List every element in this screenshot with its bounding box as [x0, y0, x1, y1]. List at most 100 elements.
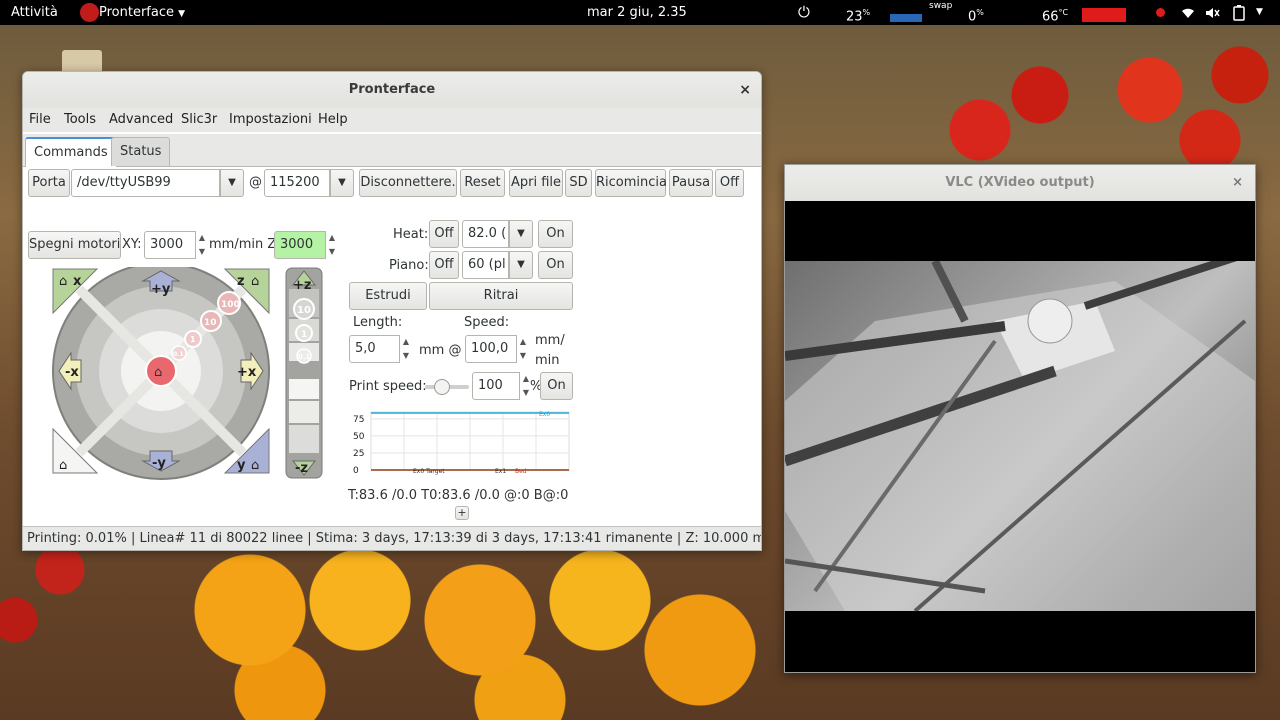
open-file-button[interactable]: Apri file: [509, 169, 563, 197]
home-all-house-icon: ⌂: [59, 458, 67, 473]
temperature-unit: °C: [1058, 8, 1069, 17]
window-titlebar[interactable]: Pronterface ×: [23, 72, 761, 108]
heat-off-button[interactable]: Off: [429, 220, 459, 248]
xy-feed-input[interactable]: 3000: [144, 231, 196, 259]
spin-down-icon[interactable]: ▼: [326, 245, 338, 259]
menu-help[interactable]: Help: [318, 112, 348, 127]
pause-button[interactable]: Pausa: [669, 169, 713, 197]
bed-label: Piano:: [389, 258, 429, 273]
baud-at-label: @: [249, 175, 262, 190]
menu-slic3r[interactable]: Slic3r: [181, 112, 217, 127]
pronterface-window: Pronterface × File Tools Advanced Slic3r…: [22, 71, 762, 551]
length-label: Length:: [353, 315, 403, 330]
home-x-label: x: [73, 274, 82, 289]
spin-up-icon[interactable]: ▲: [517, 335, 529, 349]
graph-legend-bottom: Ex1: [495, 468, 506, 475]
z-jog-control[interactable]: +z -z 10 1 0.1: [285, 267, 323, 481]
temperature-value: 66: [1042, 9, 1059, 25]
app-menu-label: Pronterface: [99, 5, 174, 20]
tab-commands[interactable]: Commands: [25, 137, 117, 168]
graph-legend-bottom: Bed: [515, 468, 527, 475]
speed-unit-min: min: [535, 353, 560, 368]
extrude-button[interactable]: Estrudi: [349, 282, 427, 310]
bed-on-button[interactable]: On: [538, 251, 573, 279]
app-menu-button[interactable]: Pronterface ▼: [99, 0, 185, 25]
graph-y-tick-label: 25: [353, 449, 364, 459]
z-step-01-down[interactable]: [289, 379, 319, 399]
power-icon[interactable]: ⏻: [798, 0, 810, 25]
home-x-house-icon: ⌂: [59, 274, 67, 289]
spin-up-icon[interactable]: ▲: [326, 231, 338, 245]
spin-down-icon[interactable]: ▼: [196, 245, 208, 259]
tab-status[interactable]: Status: [111, 137, 171, 166]
restart-button[interactable]: Ricomincia: [595, 169, 667, 197]
temperature-readout: T:83.6 /0.0 T0:83.6 /0.0 @:0 B@:0: [348, 488, 569, 503]
reset-button[interactable]: Reset: [460, 169, 505, 197]
top-panel: Attività Pronterface ▼ mar 2 giu, 2.35 ⏻…: [0, 0, 1280, 25]
print-speed-slider-handle[interactable]: [434, 379, 450, 395]
spin-down-icon[interactable]: ▼: [400, 349, 412, 363]
heat-on-button[interactable]: On: [538, 220, 573, 248]
print-speed-input[interactable]: 100: [472, 372, 520, 400]
activities-button[interactable]: Attività: [11, 0, 58, 25]
z-feed-stepper[interactable]: ▲ ▼: [326, 231, 338, 259]
expand-plus-button[interactable]: +: [455, 506, 469, 520]
temperature: 66°C: [1042, 0, 1068, 25]
spin-up-icon[interactable]: ▲: [196, 231, 208, 245]
video-output[interactable]: [785, 261, 1255, 611]
print-speed-on-button[interactable]: On: [540, 372, 573, 400]
baud-chevron-down-icon[interactable]: ▼: [330, 169, 354, 197]
speed-label: Speed:: [464, 315, 510, 330]
bed-off-button[interactable]: Off: [429, 251, 459, 279]
z-step-1-down[interactable]: [289, 401, 319, 423]
close-icon[interactable]: ×: [739, 72, 751, 108]
port-chevron-down-icon[interactable]: ▼: [220, 169, 244, 197]
bed-temp-combo[interactable]: 60 (pl: [462, 251, 509, 279]
length-stepper[interactable]: ▲ ▼: [400, 335, 412, 363]
swap-label: swap: [929, 1, 953, 11]
speed-input[interactable]: 100,0: [465, 335, 517, 363]
speed-stepper[interactable]: ▲ ▼: [517, 335, 529, 363]
heat-temp-combo[interactable]: 82.0 (: [462, 220, 509, 248]
vlc-close-icon[interactable]: ×: [1232, 165, 1243, 201]
z-1-label: 1: [301, 330, 307, 340]
battery-icon[interactable]: [1233, 0, 1245, 25]
motors-off-button[interactable]: Spegni motori: [28, 231, 121, 259]
step-100-label: 100: [221, 300, 240, 310]
minus-z-label: -z: [295, 461, 308, 476]
minus-y-label: -y: [152, 456, 166, 471]
baud-combo[interactable]: 115200: [264, 169, 330, 197]
spin-down-icon[interactable]: ▼: [517, 349, 529, 363]
z-feed-input[interactable]: 3000: [274, 231, 326, 259]
volume-icon[interactable]: [1205, 0, 1221, 25]
port-button[interactable]: Porta: [28, 169, 70, 197]
heat-label: Heat:: [393, 227, 429, 242]
z-step-10-down[interactable]: [289, 425, 319, 453]
port-combo[interactable]: /dev/ttyUSB99: [71, 169, 220, 197]
menu-tools[interactable]: Tools: [64, 112, 96, 127]
temperature-graph: [1082, 8, 1126, 22]
video-frame: [785, 261, 1255, 611]
disconnect-button[interactable]: Disconnettere.: [359, 169, 457, 197]
bed-chevron-down-icon[interactable]: ▼: [509, 251, 533, 279]
sd-button[interactable]: SD: [565, 169, 592, 197]
spin-up-icon[interactable]: ▲: [400, 335, 412, 349]
xy-jog-control[interactable]: ⌂ x z ⌂ ⌂ y ⌂ +y -y -x +x 100 10 1 0.1 ⌂: [51, 267, 271, 481]
system-menu-chevron-icon[interactable]: ▼: [1256, 0, 1263, 25]
xy-feed-stepper[interactable]: ▲ ▼: [196, 231, 208, 259]
length-input[interactable]: 5,0: [349, 335, 400, 363]
menu-file[interactable]: File: [29, 112, 51, 127]
clock[interactable]: mar 2 giu, 2.35: [587, 0, 687, 25]
menu-settings[interactable]: Impostazioni: [229, 112, 312, 127]
off-button[interactable]: Off: [715, 169, 744, 197]
vlc-titlebar[interactable]: VLC (XVideo output) ×: [785, 165, 1255, 201]
wifi-icon[interactable]: [1180, 0, 1196, 25]
retract-button[interactable]: Ritrai: [429, 282, 573, 310]
desktop-folder-icon[interactable]: [62, 50, 102, 72]
home-y-label: y: [237, 458, 246, 473]
heat-chevron-down-icon[interactable]: ▼: [509, 220, 533, 248]
step-1-label: 1: [190, 335, 196, 344]
print-speed-label: Print speed:: [349, 379, 427, 394]
swap-unit: %: [976, 8, 984, 17]
menu-advanced[interactable]: Advanced: [109, 112, 173, 127]
